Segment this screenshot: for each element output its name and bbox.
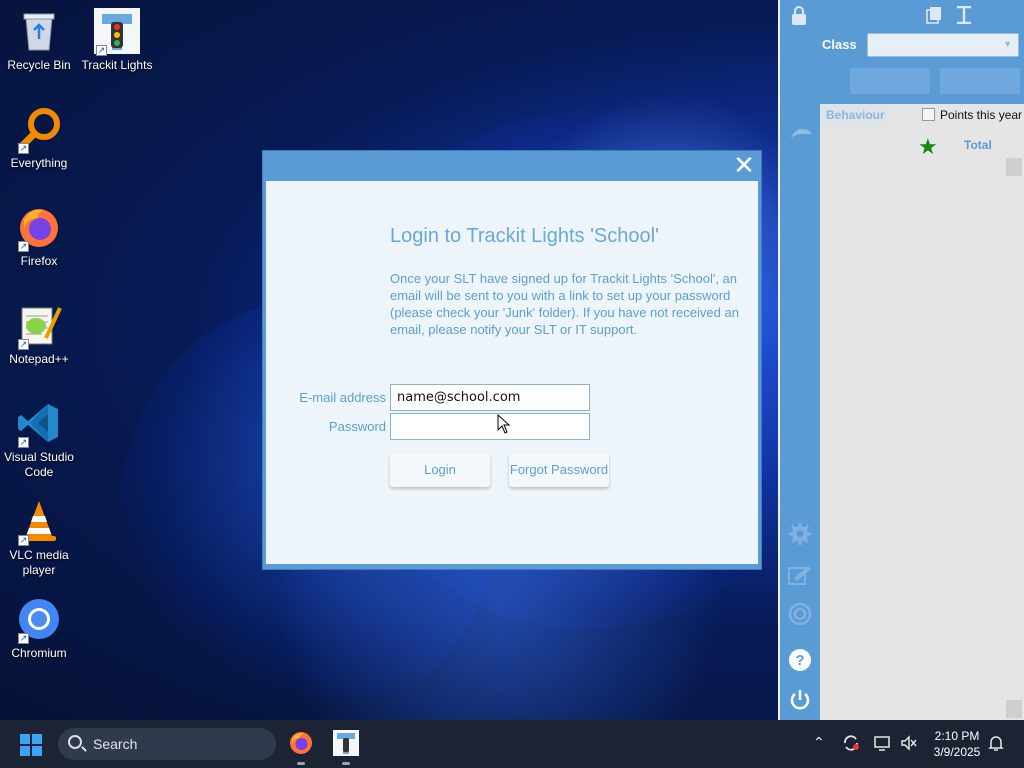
tab-behaviour[interactable]: Behaviour [820, 104, 890, 126]
desktop-icon-label: Visual Studio Code [4, 450, 74, 479]
desktop-icon-label: VLC media player [9, 548, 69, 577]
desktop-icon-vscode[interactable]: ↗ Visual Studio Code [0, 400, 78, 480]
panel-button-disabled[interactable] [940, 68, 1020, 94]
undo-icon[interactable] [788, 124, 814, 149]
chromium-icon: ↗ [16, 596, 62, 644]
running-indicator [297, 762, 305, 765]
desktop-icon-vlc[interactable]: ↗ VLC media player [0, 498, 78, 578]
class-dropdown[interactable]: ▼ [867, 33, 1019, 57]
class-label: Class [822, 37, 857, 52]
desktop-icon-notepad-plus-plus[interactable]: ↗ Notepad++ [0, 302, 78, 367]
search-icon [68, 735, 82, 749]
chevron-down-icon: ▼ [1003, 39, 1012, 49]
notepad-plus-plus-icon: ↗ [16, 302, 62, 350]
star-icon: ★ [918, 134, 938, 159]
shortcut-arrow-icon: ↗ [96, 45, 107, 56]
desktop-icon-trackit-lights[interactable]: ↗ Trackit Lights [78, 8, 156, 73]
taskbar-trackit-lights[interactable] [333, 730, 361, 765]
firefox-icon: ↗ [16, 204, 62, 252]
shortcut-arrow-icon: ↗ [18, 535, 29, 546]
svg-text:?: ? [795, 652, 804, 669]
desktop-icon-everything[interactable]: ↗ Everything [0, 106, 78, 171]
login-dialog: ✕ Login to Trackit Lights 'School' Once … [262, 150, 762, 570]
firefox-icon [290, 732, 312, 754]
vertical-scrollbar[interactable] [1006, 158, 1022, 718]
total-column-header: Total [964, 138, 992, 152]
windows-logo-icon [32, 734, 42, 744]
volume-muted-icon[interactable] [900, 734, 918, 755]
scrollbar-down[interactable] [1006, 700, 1022, 718]
forgot-password-button[interactable]: Forgot Password [509, 453, 609, 487]
desktop-icon-label: Chromium [11, 646, 67, 660]
shortcut-arrow-icon: ↗ [18, 633, 29, 644]
traffic-light-icon: ↗ [94, 8, 140, 56]
clock-date: 3/9/2025 [933, 745, 981, 759]
close-icon[interactable]: ✕ [731, 152, 757, 179]
edit-icon[interactable] [788, 564, 812, 591]
magnifier-icon: ↗ [16, 106, 62, 154]
lock-icon[interactable] [790, 6, 808, 31]
desktop-icon-label: Recycle Bin [7, 58, 71, 72]
settings-gear-icon[interactable] [788, 522, 812, 551]
password-label: Password [328, 419, 386, 434]
shortcut-arrow-icon: ↗ [18, 437, 29, 448]
vlc-cone-icon: ↗ [16, 498, 62, 546]
chevron-up-icon[interactable]: ⌃ [813, 734, 825, 751]
desktop-icon-label: Firefox [20, 254, 58, 268]
dialog-titlebar[interactable]: ✕ [263, 151, 761, 181]
dialog-title: Login to Trackit Lights 'School' [390, 225, 659, 247]
desktop-icon-label: Trackit Lights [81, 58, 153, 72]
trackit-lights-icon [333, 730, 359, 756]
email-field[interactable] [390, 384, 590, 411]
vscode-icon: ↗ [16, 400, 62, 448]
sync-icon[interactable] [842, 734, 860, 755]
clock-time: 2:10 PM [934, 729, 980, 743]
mouse-cursor-icon [497, 413, 511, 439]
desktop-icon-label: Everything [10, 156, 68, 170]
taskbar-clock[interactable]: 2:10 PM 3/9/2025 [926, 728, 988, 760]
shortcut-arrow-icon: ↗ [18, 339, 29, 350]
start-button[interactable] [20, 734, 42, 756]
taskbar-firefox[interactable] [288, 730, 316, 765]
help-icon[interactable]: ? [788, 648, 812, 677]
target-icon[interactable] [788, 602, 812, 631]
shortcut-arrow-icon: ↗ [18, 241, 29, 252]
dialog-body: Login to Trackit Lights 'School' Once yo… [266, 181, 758, 564]
behaviour-pane: Behaviour Points this year ★ Total [820, 104, 1024, 720]
windows-logo-icon [20, 734, 30, 744]
scrollbar-up[interactable] [1006, 158, 1022, 176]
login-button[interactable]: Login [390, 453, 490, 487]
running-indicator [342, 762, 350, 765]
panel-button-disabled[interactable] [850, 68, 930, 94]
desktop-icon-chromium[interactable]: ↗ Chromium [0, 596, 78, 661]
dialog-message: Once your SLT have signed up for Trackit… [390, 271, 739, 337]
windows-logo-icon [32, 746, 42, 756]
desktop-icon-label: Notepad++ [9, 352, 69, 366]
power-icon[interactable] [788, 688, 812, 717]
points-this-year-checkbox[interactable] [922, 108, 935, 121]
trackit-side-panel: Class ▼ Behaviour Points this year ★ Tot… [778, 0, 1024, 720]
shortcut-arrow-icon: ↗ [18, 143, 29, 154]
text-cursor-icon[interactable] [956, 5, 972, 29]
windows-logo-icon [20, 746, 30, 756]
taskbar: Search ⌃ 2:10 PM 3/9/2025 [0, 720, 1024, 768]
desktop-icon-firefox[interactable]: ↗ Firefox [0, 204, 78, 269]
password-field[interactable] [390, 413, 590, 440]
notification-bell-icon[interactable] [988, 734, 1004, 755]
network-icon[interactable] [874, 734, 892, 755]
desktop-icon-recycle-bin[interactable]: Recycle Bin [0, 8, 78, 73]
taskbar-search[interactable]: Search [58, 728, 276, 760]
search-placeholder: Search [93, 736, 138, 752]
copy-icon[interactable] [926, 6, 942, 29]
points-this-year-label: Points this year [940, 108, 1023, 122]
recycle-bin-icon [16, 8, 62, 54]
email-label: E-mail address [299, 390, 386, 405]
